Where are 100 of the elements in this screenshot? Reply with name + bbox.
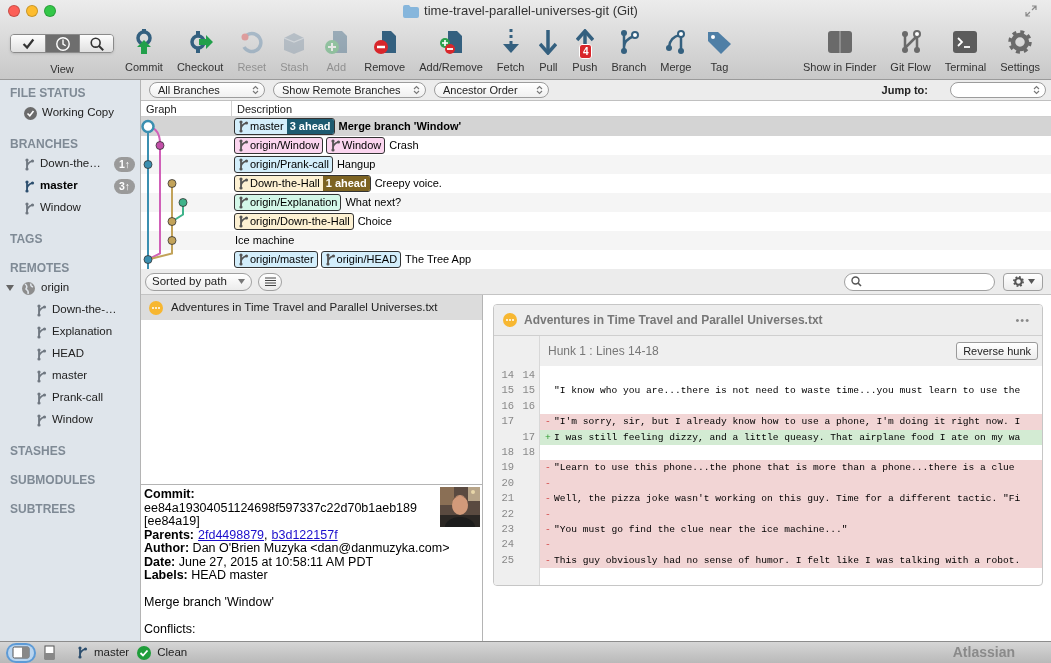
sidebar-item-label: origin — [41, 280, 70, 296]
toolbar-button[interactable]: Settings — [993, 28, 1047, 76]
diff-sign: - — [545, 523, 551, 535]
commit-row[interactable]: Ice machine — [141, 231, 1051, 250]
column-header[interactable]: Graph — [141, 101, 232, 116]
dropdown[interactable]: Ancestor Order — [434, 82, 549, 98]
layout-toggle-button[interactable] — [8, 644, 34, 661]
parents-label: Parents: — [144, 528, 195, 542]
line-number: 15 — [501, 383, 514, 399]
line-number: 14 — [522, 368, 535, 383]
toolbar-button[interactable]: 4 Push — [565, 28, 605, 76]
diff-sign: - — [545, 554, 551, 566]
toolbar-button[interactable]: Checkout — [169, 28, 231, 76]
toolbar-button[interactable]: Commit — [118, 28, 170, 76]
reverse-hunk-button[interactable]: Reverse hunk — [956, 342, 1038, 360]
branch-name: master — [250, 119, 285, 134]
sidebar-item[interactable]: Explanation — [0, 321, 140, 343]
line-number: 25 — [501, 552, 514, 568]
branch-name: origin/Window — [250, 138, 321, 153]
list-icon — [264, 277, 276, 286]
branch-icon — [324, 253, 336, 266]
line-text: "Learn to use this phone...the phone that is more than a phone...there is a clue — [554, 461, 1015, 476]
sidebar-item[interactable]: Window — [0, 197, 140, 219]
sidebar-item[interactable]: Working Copy — [0, 102, 140, 124]
toolbar-button[interactable]: Tag — [698, 28, 741, 76]
branch-label[interactable]: origin/Prank-call — [234, 156, 333, 173]
sidebar-item[interactable]: Prank-call — [0, 387, 140, 409]
branch-label[interactable]: origin/HEAD — [320, 251, 402, 268]
branch-name: origin/Down-the-Hall — [250, 214, 351, 229]
commit-message: Crash — [389, 138, 419, 154]
detail-line: Labels: HEAD master — [144, 569, 269, 583]
sidebar-item[interactable]: Down-the… 1↑ — [0, 153, 140, 175]
view-segment[interactable] — [79, 35, 113, 52]
toolbar-button[interactable]: Merge — [653, 28, 699, 76]
count-badge: 4 — [578, 44, 593, 59]
parent-link[interactable]: 2fd4498879 — [198, 528, 265, 542]
sidebar-item[interactable]: origin — [0, 277, 140, 299]
window-control-button[interactable] — [44, 5, 56, 17]
search-field[interactable] — [844, 272, 995, 291]
clock-icon — [54, 35, 71, 52]
sidebar-item[interactable]: Down-the-… — [0, 299, 140, 321]
sidebar-item-label: Working Copy — [42, 105, 114, 121]
commit-message: Merge branch 'Window' — [338, 119, 462, 135]
toolbar-button[interactable]: Fetch — [489, 28, 532, 76]
sort-dropdown[interactable]: Sorted by path — [145, 272, 252, 291]
commit-message: What next? — [345, 195, 402, 211]
globe-icon — [21, 280, 36, 296]
commit-row[interactable]: origin/Explanation What next? — [141, 193, 1051, 212]
line-text: Well, the pizza joke wasn't working on this guy. Time for a different tactic. "Fi — [554, 492, 1021, 507]
commit-row[interactable]: origin/master origin/HEAD The Tree App — [141, 250, 1051, 269]
window-control-button[interactable] — [26, 5, 38, 17]
branch-icon — [238, 196, 249, 209]
branch-label[interactable]: origin/master — [234, 251, 318, 268]
toolbar-button[interactable]: Git Flow — [883, 28, 938, 76]
toolbar-button[interactable]: Pull — [531, 28, 566, 76]
jump-label: Jump to: — [881, 82, 928, 98]
settings-dropdown[interactable] — [1003, 272, 1043, 291]
commit-row[interactable]: origin/Prank-call Hangup — [141, 155, 1051, 174]
sidebar-item-label: master — [40, 178, 78, 194]
toolbar-button[interactable]: Remove — [357, 28, 413, 76]
branch-label[interactable]: master 3 ahead — [234, 118, 335, 135]
sidebar-item[interactable]: HEAD — [0, 343, 140, 365]
branch-label[interactable]: origin/Explanation — [234, 194, 342, 211]
sidebar-item-label: Prank-call — [52, 390, 104, 406]
branch-label[interactable]: Down-the-Hall 1 ahead — [234, 175, 371, 192]
toolbar-button[interactable]: Add/Remove — [412, 28, 490, 76]
ahead-badge: 1 ahead — [322, 176, 370, 191]
window-control-button[interactable] — [8, 5, 20, 17]
short-hash: [ee84a19] — [144, 515, 201, 529]
branch-name: Window — [342, 138, 383, 153]
branch-icon — [238, 177, 249, 190]
column-header[interactable]: Description — [232, 101, 1051, 116]
branch-icon — [36, 303, 47, 317]
jump-dropdown[interactable] — [950, 82, 1046, 98]
check-circle-icon — [137, 645, 152, 660]
sidebar-item[interactable]: Window — [0, 409, 140, 431]
branch-icon — [36, 369, 47, 383]
arrow-up-icon — [575, 29, 594, 47]
parent-link[interactable]: b3d122157f — [271, 528, 338, 542]
commit-row[interactable]: master 3 ahead Merge branch 'Window' — [141, 117, 1051, 136]
branch-label[interactable]: origin/Down-the-Hall — [234, 213, 354, 230]
toolbar-button[interactable]: Show in Finder — [795, 28, 884, 76]
branch-label[interactable]: Window — [326, 137, 386, 154]
diff-sign: - — [545, 416, 551, 428]
line-number: 15 — [522, 383, 535, 399]
list-view-button[interactable] — [258, 272, 282, 291]
branch-label[interactable]: origin/Window — [234, 137, 324, 154]
sidebar-item[interactable]: master 3↑ — [0, 175, 140, 197]
dropdown[interactable]: Show Remote Branches — [273, 82, 426, 98]
toolbar-button[interactable]: Branch — [604, 28, 654, 76]
toolbar-button[interactable]: Terminal — [937, 28, 994, 76]
detail-line: Author: Dan O'Brien Muzyka <dan@danmuzyka.com> — [144, 542, 451, 556]
dropdown[interactable]: All Branches — [149, 82, 265, 98]
search-icon — [88, 35, 105, 52]
commit-message: Merge branch 'Window' — [144, 596, 275, 610]
view-segment[interactable] — [11, 35, 45, 52]
sidebar-item[interactable]: master — [0, 365, 140, 387]
file-row[interactable]: Adventures in Time Travel and Parallel Universes.txt — [141, 295, 482, 320]
diff-sign: - — [545, 462, 551, 474]
commit-message: Hangup — [336, 157, 376, 173]
